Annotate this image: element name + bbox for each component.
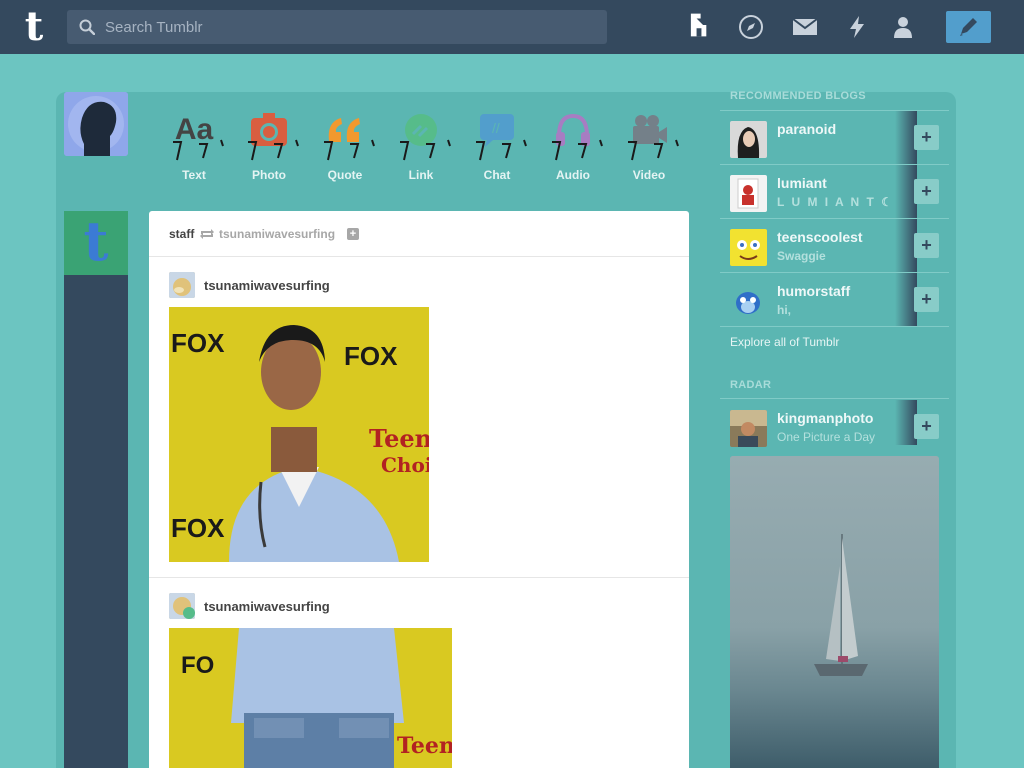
entry-divider bbox=[149, 577, 689, 578]
sidebar-divider bbox=[720, 398, 949, 399]
svg-text:Teen: Teen bbox=[397, 733, 452, 759]
svg-text:Choice: Choice bbox=[381, 453, 429, 477]
left-rail bbox=[64, 211, 128, 768]
post-type-label: Link bbox=[408, 168, 434, 182]
home-icon[interactable] bbox=[686, 12, 712, 38]
explore-compass-icon[interactable] bbox=[738, 14, 764, 40]
reblogger-name[interactable]: staff bbox=[169, 227, 194, 241]
reblog-icon bbox=[200, 229, 214, 239]
scribble-decoration bbox=[462, 136, 532, 166]
radar-blog-item[interactable]: kingmanphoto One Picture a Day + bbox=[720, 400, 949, 454]
blog-avatar bbox=[730, 410, 767, 447]
follow-button[interactable]: + bbox=[914, 414, 939, 439]
blog-name[interactable]: kingmanphoto bbox=[777, 410, 873, 426]
svg-text:FOX: FOX bbox=[344, 341, 398, 371]
staff-avatar[interactable]: t bbox=[64, 211, 128, 275]
radar-heading: RADAR bbox=[730, 379, 772, 391]
post-type-label: Audio bbox=[556, 168, 590, 182]
entry-username[interactable]: tsunamiwavesurfing bbox=[204, 599, 330, 614]
blog-subtitle: L U M I A N T ☾ bbox=[777, 195, 894, 209]
search-input[interactable] bbox=[105, 10, 595, 44]
pencil-icon bbox=[960, 18, 977, 36]
explore-link[interactable]: Explore all of Tumblr bbox=[730, 335, 839, 349]
blog-avatar bbox=[730, 283, 767, 320]
search-box[interactable] bbox=[67, 10, 607, 44]
blog-name[interactable]: humorstaff bbox=[777, 283, 850, 299]
scribble-decoration bbox=[310, 136, 380, 166]
post-type-button-text[interactable]: Aa Text bbox=[159, 108, 229, 182]
svg-text:FO: FO bbox=[181, 652, 214, 679]
entry-username[interactable]: tsunamiwavesurfing bbox=[204, 278, 330, 293]
svg-text:Teen: Teen bbox=[369, 424, 429, 453]
recommended-blog-item[interactable]: lumiant L U M I A N T ☾ + bbox=[720, 165, 949, 219]
messages-envelope-icon[interactable] bbox=[792, 14, 818, 40]
post-type-label: Video bbox=[632, 168, 666, 182]
recommended-blog-item[interactable]: paranoid + bbox=[720, 111, 949, 165]
post-type-button-link[interactable]: Link bbox=[386, 108, 456, 182]
tumblr-logo[interactable]: t bbox=[17, 7, 51, 47]
post-header: staff tsunamiwavesurfing + bbox=[149, 211, 689, 257]
follow-source-button[interactable]: + bbox=[347, 228, 359, 240]
scribble-decoration bbox=[614, 136, 684, 166]
blog-name[interactable]: paranoid bbox=[777, 121, 836, 137]
follow-button[interactable]: + bbox=[914, 125, 939, 150]
svg-text://: // bbox=[492, 120, 500, 136]
post-type-label: Text bbox=[182, 168, 206, 182]
follow-button[interactable]: + bbox=[914, 233, 939, 258]
blog-avatar bbox=[730, 229, 767, 266]
post-type-label: Chat bbox=[483, 168, 511, 182]
post-photo[interactable]: FO Teen bbox=[169, 628, 452, 768]
user-avatar[interactable] bbox=[64, 92, 128, 156]
scribble-decoration bbox=[386, 136, 456, 166]
blog-avatar bbox=[730, 121, 767, 158]
staff-avatar-letter: t bbox=[83, 211, 109, 273]
recommended-blog-item[interactable]: humorstaff hi, + bbox=[720, 273, 949, 327]
blog-name[interactable]: teenscoolest bbox=[777, 229, 863, 245]
post-type-label: Photo bbox=[252, 168, 286, 182]
post-type-button-photo[interactable]: Photo bbox=[234, 108, 304, 182]
silhouette-avatar-image bbox=[64, 92, 128, 156]
post-type-label: Quote bbox=[327, 168, 363, 182]
sidebar-divider bbox=[720, 326, 949, 327]
radar-photo[interactable] bbox=[730, 456, 939, 768]
post-photo[interactable]: FOX FOX FOX Teen Choice bbox=[169, 307, 429, 562]
source-blog-name[interactable]: tsunamiwavesurfing bbox=[219, 227, 335, 241]
compose-post-button[interactable] bbox=[946, 11, 991, 43]
post-type-button-quote[interactable]: Quote bbox=[310, 108, 380, 182]
scribble-decoration bbox=[159, 136, 229, 166]
follow-button[interactable]: + bbox=[914, 179, 939, 204]
top-nav-bar: t bbox=[0, 0, 1024, 54]
svg-text:FOX: FOX bbox=[171, 328, 225, 358]
blog-subtitle: hi, bbox=[777, 303, 791, 317]
post-type-button-chat[interactable]: // Chat bbox=[462, 108, 532, 182]
post-type-button-video[interactable]: Video bbox=[614, 108, 684, 182]
blog-name[interactable]: lumiant bbox=[777, 175, 827, 191]
blog-subtitle: One Picture a Day bbox=[777, 430, 876, 444]
post-type-button-audio[interactable]: Audio bbox=[538, 108, 608, 182]
scribble-decoration bbox=[234, 136, 304, 166]
activity-lightning-icon[interactable] bbox=[844, 14, 870, 40]
blog-subtitle: Swaggie bbox=[777, 249, 826, 263]
scribble-decoration bbox=[538, 136, 608, 166]
svg-text:FOX: FOX bbox=[171, 513, 225, 543]
entry-user-avatar[interactable] bbox=[169, 593, 195, 619]
recommended-blog-item[interactable]: teenscoolest Swaggie + bbox=[720, 219, 949, 273]
post-card: staff tsunamiwavesurfing + tsunamiwavesu… bbox=[149, 211, 689, 768]
search-icon bbox=[79, 19, 95, 35]
blog-avatar bbox=[730, 175, 767, 212]
follow-button[interactable]: + bbox=[914, 287, 939, 312]
account-person-icon[interactable] bbox=[890, 14, 916, 40]
recommended-blogs-heading: RECOMMENDED BLOGS bbox=[730, 90, 866, 102]
entry-user-avatar[interactable] bbox=[169, 272, 195, 298]
